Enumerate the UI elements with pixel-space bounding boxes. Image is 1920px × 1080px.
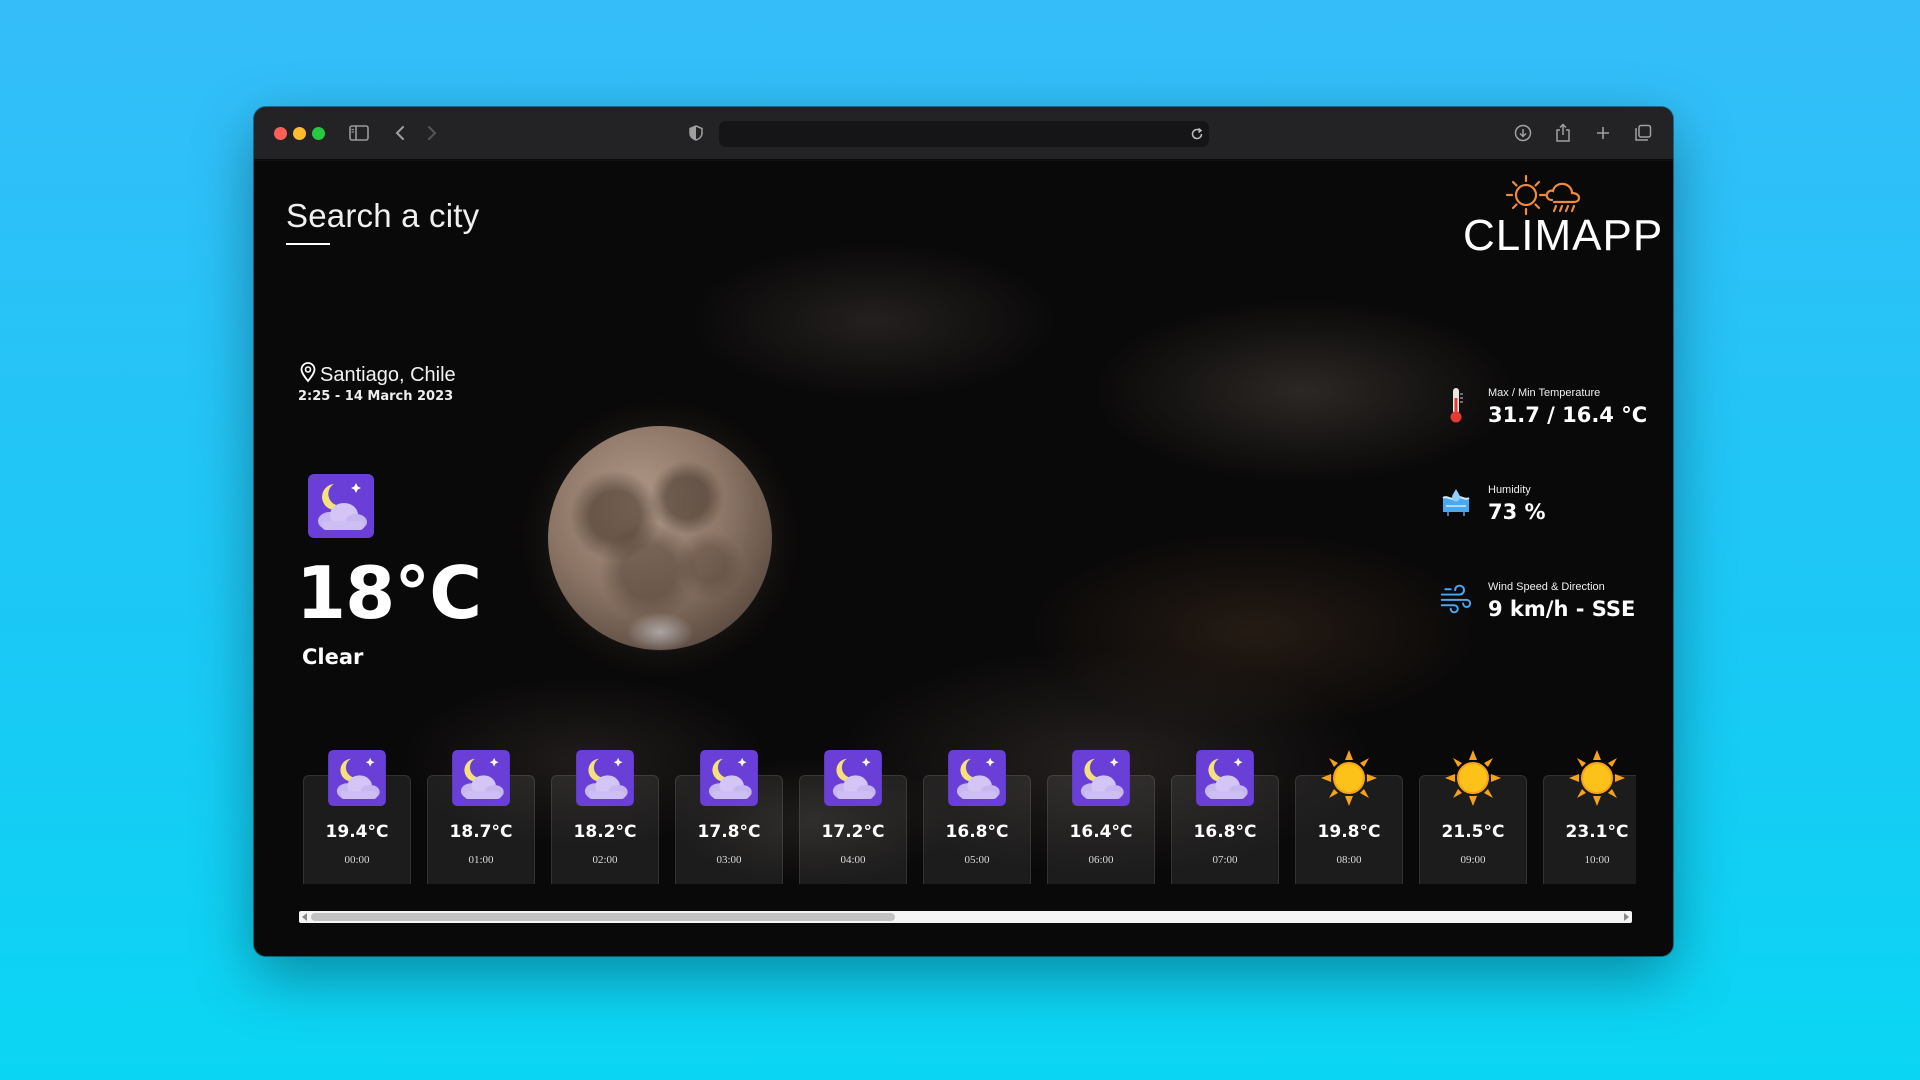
- night-cloud-icon: [308, 474, 374, 542]
- wind-icon: [1440, 579, 1472, 619]
- location-label: Santiago, Chile: [298, 361, 456, 389]
- forecast-card[interactable]: 16.8°C 07:00: [1171, 750, 1279, 884]
- forecast-card[interactable]: 17.2°C 04:00: [799, 750, 907, 884]
- close-window-button[interactable]: [274, 127, 287, 140]
- minimize-window-button[interactable]: [293, 127, 306, 140]
- back-arrow-icon[interactable]: [388, 121, 412, 145]
- app-logo: CLIMAPP: [1463, 211, 1664, 260]
- address-bar[interactable]: [719, 121, 1209, 147]
- stat-value: 9 km/h - SSE: [1488, 597, 1636, 621]
- scroll-right-arrow-icon[interactable]: [1621, 912, 1631, 922]
- night-cloud-icon: [700, 750, 758, 810]
- new-tab-icon[interactable]: [1591, 121, 1615, 145]
- forecast-card[interactable]: 17.8°C 03:00: [675, 750, 783, 884]
- stat-max-min-temperature: Max / Min Temperature 31.7 / 16.4 °C: [1440, 385, 1647, 427]
- forecast-hour: 03:00: [716, 854, 742, 866]
- forecast-hour: 09:00: [1460, 854, 1486, 866]
- night-cloud-icon: [452, 750, 510, 810]
- sidebar-toggle-icon[interactable]: [347, 121, 371, 145]
- forecast-temperature: 18.2°C: [573, 822, 637, 842]
- forecast-scrollbar[interactable]: [299, 911, 1632, 923]
- night-cloud-icon: [824, 750, 882, 810]
- scrollbar-thumb[interactable]: [311, 913, 895, 921]
- forecast-hour: 02:00: [592, 854, 618, 866]
- stat-label: Max / Min Temperature: [1488, 387, 1601, 399]
- forecast-card[interactable]: 19.8°C 08:00: [1295, 750, 1403, 884]
- forecast-card[interactable]: 19.4°C 00:00: [303, 750, 411, 884]
- share-icon[interactable]: [1551, 121, 1575, 145]
- stat-value: 73 %: [1488, 500, 1546, 524]
- forecast-hour: 10:00: [1584, 854, 1610, 866]
- weather-app: Search a city CLIMAPP Santiago, Chile 2:…: [254, 161, 1673, 956]
- thermometer-icon: [1440, 385, 1472, 425]
- forecast-card[interactable]: 16.8°C 05:00: [923, 750, 1031, 884]
- sun-icon: [1321, 750, 1377, 810]
- forecast-card[interactable]: 18.7°C 01:00: [427, 750, 535, 884]
- forecast-card[interactable]: 16.4°C 06:00: [1047, 750, 1155, 884]
- stat-label: Wind Speed & Direction: [1488, 581, 1605, 593]
- forecast-temperature: 18.7°C: [449, 822, 513, 842]
- forecast-card[interactable]: 23.1°C 10:00: [1543, 750, 1636, 884]
- forecast-temperature: 16.4°C: [1069, 822, 1133, 842]
- search-city-input[interactable]: Search a city: [286, 197, 479, 235]
- current-condition: Clear: [302, 645, 364, 669]
- forecast-card[interactable]: 21.5°C 09:00: [1419, 750, 1527, 884]
- humidity-icon: [1440, 482, 1472, 522]
- night-cloud-icon: [1072, 750, 1130, 810]
- sun-icon: [1569, 750, 1625, 810]
- night-cloud-icon: [576, 750, 634, 810]
- moon-background-image: [548, 426, 772, 653]
- night-cloud-icon: [948, 750, 1006, 810]
- maximize-window-button[interactable]: [312, 127, 325, 140]
- browser-window: Search a city CLIMAPP Santiago, Chile 2:…: [254, 107, 1673, 956]
- reload-icon[interactable]: [1185, 122, 1209, 146]
- location-pin-icon: [298, 361, 318, 389]
- forecast-temperature: 19.8°C: [1317, 822, 1381, 842]
- forecast-temperature: 16.8°C: [945, 822, 1009, 842]
- forecast-hour: 06:00: [1088, 854, 1114, 866]
- stat-wind: Wind Speed & Direction 9 km/h - SSE: [1440, 579, 1635, 621]
- forecast-hour: 04:00: [840, 854, 866, 866]
- forecast-hour: 05:00: [964, 854, 990, 866]
- tab-overview-icon[interactable]: [1631, 121, 1655, 145]
- privacy-shield-icon[interactable]: [684, 121, 708, 145]
- search-underline: [286, 243, 330, 245]
- current-temperature: 18°C: [296, 551, 482, 635]
- current-datetime: 2:25 - 14 March 2023: [298, 389, 454, 404]
- night-cloud-icon: [328, 750, 386, 810]
- forecast-temperature: 21.5°C: [1441, 822, 1505, 842]
- location-name: Santiago, Chile: [320, 363, 456, 386]
- scroll-left-arrow-icon[interactable]: [300, 912, 310, 922]
- stat-value: 31.7 / 16.4 °C: [1488, 403, 1648, 427]
- night-cloud-icon: [1196, 750, 1254, 810]
- forecast-hour: 00:00: [344, 854, 370, 866]
- forecast-temperature: 19.4°C: [325, 822, 389, 842]
- stat-humidity: Humidity 73 %: [1440, 482, 1546, 524]
- download-icon[interactable]: [1511, 121, 1535, 145]
- forecast-card[interactable]: 18.2°C 02:00: [551, 750, 659, 884]
- forecast-temperature: 23.1°C: [1565, 822, 1629, 842]
- forecast-temperature: 17.2°C: [821, 822, 885, 842]
- stat-label: Humidity: [1488, 484, 1531, 496]
- forecast-hour: 07:00: [1212, 854, 1238, 866]
- forecast-temperature: 16.8°C: [1193, 822, 1257, 842]
- forward-arrow-icon[interactable]: [420, 121, 444, 145]
- forecast-temperature: 17.8°C: [697, 822, 761, 842]
- browser-toolbar: [254, 107, 1673, 160]
- sun-icon: [1445, 750, 1501, 810]
- forecast-hour: 08:00: [1336, 854, 1362, 866]
- hourly-forecast-list[interactable]: 19.4°C 00:00 18.7°C 01:00 18.2°C 02:00 1…: [303, 749, 1636, 884]
- forecast-hour: 01:00: [468, 854, 494, 866]
